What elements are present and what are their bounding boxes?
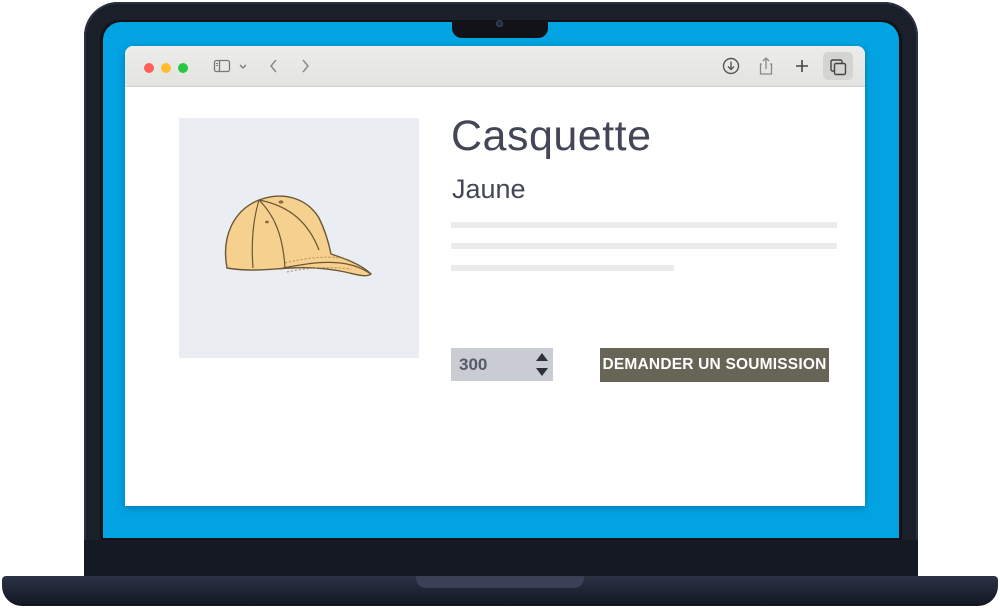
close-window-button[interactable] bbox=[144, 63, 154, 73]
zoom-window-button[interactable] bbox=[178, 63, 188, 73]
decrement-arrow-icon[interactable] bbox=[533, 365, 551, 379]
minimize-window-button[interactable] bbox=[161, 63, 171, 73]
quantity-stepper bbox=[451, 348, 553, 381]
description-placeholder-line bbox=[451, 222, 837, 228]
plus-icon[interactable] bbox=[793, 56, 811, 76]
laptop-opening-notch bbox=[416, 576, 584, 588]
stepper-controls bbox=[533, 350, 551, 379]
description-placeholder-line bbox=[451, 243, 837, 249]
laptop-chin bbox=[84, 540, 918, 576]
download-icon[interactable] bbox=[721, 56, 741, 76]
tabs-overview-icon[interactable] bbox=[823, 52, 853, 80]
browser-toolbar bbox=[125, 46, 865, 87]
forward-icon[interactable] bbox=[298, 56, 312, 76]
description-placeholder-line bbox=[451, 265, 674, 271]
request-quote-button[interactable]: DEMANDER UN SOUMISSION bbox=[600, 348, 829, 382]
baseball-cap-icon bbox=[224, 195, 373, 277]
sidebar-icon[interactable] bbox=[213, 56, 233, 76]
browser-window: Casquette Jaune DEMANDER UN SOUMISSION bbox=[125, 46, 865, 506]
share-icon[interactable] bbox=[757, 56, 775, 76]
chevron-down-icon[interactable] bbox=[238, 56, 248, 76]
quantity-input[interactable] bbox=[459, 355, 529, 375]
camera-icon bbox=[496, 20, 503, 27]
product-color-name: Jaune bbox=[452, 174, 526, 204]
increment-arrow-icon[interactable] bbox=[533, 350, 551, 364]
product-image bbox=[179, 118, 419, 358]
product-title: Casquette bbox=[451, 112, 652, 160]
back-icon[interactable] bbox=[267, 56, 281, 76]
